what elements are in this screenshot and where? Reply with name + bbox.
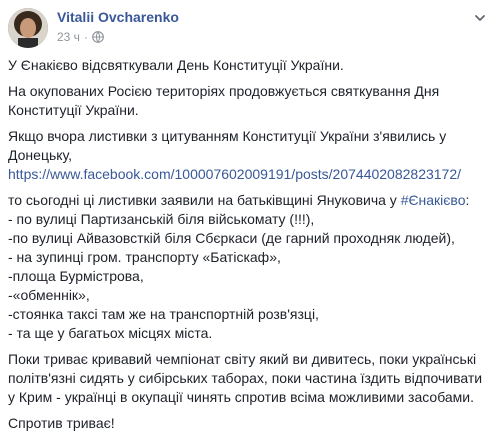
text-segment: то сьогодні ці листивки заявили на батьк… (8, 192, 401, 208)
paragraph-6: Спротив триває! (8, 414, 492, 433)
text-line: Спротив триває! (8, 415, 115, 431)
text-line: політв'язні сидять у сибірських таборах,… (8, 370, 483, 386)
list-item: -площа Бурмістрова, (8, 268, 144, 284)
list-item: - та ще у багатьох місцях міста. (8, 325, 213, 341)
text-line: у Крим - українці в окупації чинять спро… (8, 389, 475, 405)
timestamp[interactable]: 23 ч (57, 30, 80, 44)
paragraph-3: Якщо вчора листивки з цитуванням Констит… (8, 127, 492, 184)
text-line: то сьогодні ці листивки заявили на батьк… (8, 191, 492, 210)
text-line: Якщо вчора листивки з цитуванням Констит… (8, 128, 447, 144)
post-header: Vitalii Ovcharenko 23 ч · (8, 8, 488, 48)
text-segment: : (465, 192, 470, 208)
list-item: -«обменнік», (8, 287, 90, 303)
chevron-down-icon[interactable] (472, 10, 488, 26)
hashtag-link[interactable]: #Єнакієво (401, 192, 466, 208)
paragraph-5: Поки триває кривавий чемпіонат світу яки… (8, 350, 492, 407)
post-meta: 23 ч · (57, 30, 104, 44)
meta-separator: · (83, 30, 88, 44)
list-item: - по вулиці Партизанській біля військома… (8, 211, 315, 227)
list-item: -по вулиці Айвазовсткій біля Сбєркаси (д… (8, 230, 455, 246)
post-link[interactable]: https://www.facebook.com/100007602009191… (8, 165, 492, 184)
paragraph-2: На окупованих Росією територіях продовжу… (8, 82, 492, 120)
text-line: Конституції України. (8, 102, 139, 118)
paragraph-1: У Єнакієво відсвяткували День Конституці… (8, 56, 492, 75)
text-line: У Єнакієво відсвяткували День Конституці… (8, 57, 344, 73)
author-name[interactable]: Vitalii Ovcharenko (57, 9, 179, 25)
text-line: На окупованих Росією територіях продовжу… (8, 83, 440, 99)
globe-icon[interactable] (92, 31, 104, 43)
paragraph-4: то сьогодні ці листивки заявили на батьк… (8, 191, 492, 343)
post-body: У Єнакієво відсвяткували День Конституці… (8, 56, 492, 440)
text-line: Поки триває кривавий чемпіонат світу яки… (8, 351, 477, 367)
list-item: - на зупинці гром. транспорту «Батіскаф»… (8, 249, 281, 265)
avatar[interactable] (8, 8, 48, 48)
facebook-post: Vitalii Ovcharenko 23 ч · У Єнакієво від… (0, 0, 496, 432)
text-line: Донецьку, (8, 147, 73, 163)
list-item: -стоянка таксі там же на транспортній ро… (8, 306, 319, 322)
